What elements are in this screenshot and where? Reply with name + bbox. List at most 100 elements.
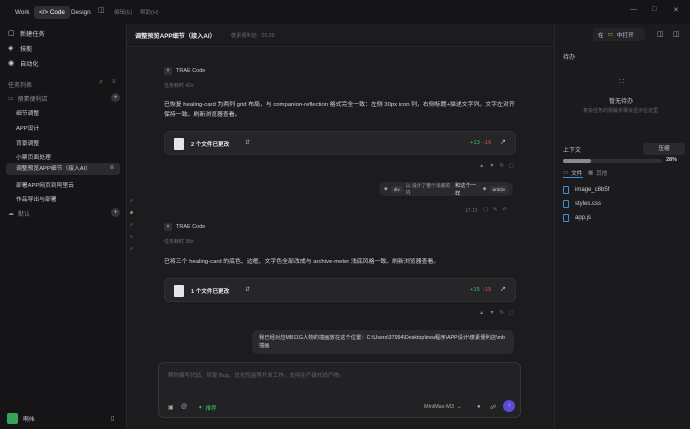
file-name: image_c8b5f (575, 187, 610, 193)
file-change-card[interactable]: 2 个文件已更改 ⇵ +13 -16 ↗ (164, 131, 516, 155)
open-in-button[interactable]: 在 ▭ 中打开 (593, 28, 645, 41)
context-progress-fill (563, 159, 591, 163)
mode-work[interactable]: Work (10, 6, 35, 19)
image-icon[interactable]: ▣ (168, 404, 174, 411)
at-icon[interactable]: @ (181, 404, 187, 410)
group-default[interactable]: ☁ 默认 (8, 209, 30, 218)
task-item[interactable]: 背景调整 (16, 138, 39, 147)
model-selector[interactable]: MiniMax-M3 ⌄ (424, 404, 462, 410)
assistant-header: T TRAE Code (164, 67, 205, 75)
user-profile[interactable]: 啊伟 (7, 413, 35, 424)
add-group-button[interactable]: + (111, 208, 120, 217)
file-icon (563, 200, 569, 208)
add-task-button[interactable]: + (111, 93, 120, 102)
scroll-dot[interactable] (130, 211, 133, 214)
task-duration: 任务耗时 42s (164, 83, 194, 89)
chevron-icon[interactable]: ⇵ (245, 139, 250, 146)
task-item[interactable]: 部署APP网页到阿里云 (16, 180, 74, 189)
chat-input[interactable]: 帮你编写代码、修复 Bug、优化性能等开发工作。支持生产级代码产物。 ▣ @ ✦… (158, 362, 521, 418)
assistant-name: TRAE Code (176, 68, 206, 74)
panel-icon[interactable]: ◫ (673, 30, 680, 38)
task-item[interactable]: 细节调整 (16, 108, 39, 117)
avatar (7, 413, 18, 424)
task-item-active[interactable]: 调整预览APP细节（接入AI） (6, 163, 120, 175)
file-item[interactable]: image_c8b5f (563, 186, 609, 194)
file-change-card[interactable]: 1 个文件已更改 ⇵ +15 -15 ↗ (164, 278, 516, 302)
menu-edit[interactable]: 编辑(E) (114, 8, 132, 16)
minimize-icon[interactable]: — (630, 6, 637, 13)
message-actions[interactable]: ▲▼↻▢ (479, 163, 519, 169)
task-item[interactable]: APP设计 (16, 123, 39, 132)
tab-label: 其他 (596, 171, 608, 177)
file-icon (174, 138, 184, 150)
filter-icon[interactable]: ≡ (112, 79, 116, 85)
project-name: 傻素便利店 (17, 97, 48, 103)
scroll-dot[interactable] (130, 235, 133, 238)
task-item[interactable]: 作品导出与部署 (16, 194, 57, 203)
context-percent: 28% (666, 157, 678, 163)
lines-removed: -16 (483, 140, 492, 146)
lines-added: +15 (470, 287, 480, 293)
scroll-dot[interactable] (130, 199, 133, 202)
message-actions[interactable]: ▲▼↻▢ (479, 310, 519, 316)
sparkle-icon: ✦ (198, 405, 203, 411)
message-time: 17:12 (465, 208, 478, 214)
context-progress (563, 159, 662, 163)
nav-new-task[interactable]: ▢ 新建任务 (8, 29, 45, 38)
scroll-dot[interactable] (130, 247, 133, 250)
nav-label: 技能 (20, 46, 33, 53)
assistant-message: 已将三个 healing-card 的底色、边框、文字色全部改成与 archiv… (164, 259, 440, 265)
mode-design[interactable]: Design (66, 6, 96, 19)
folder-icon: ▭ (607, 31, 613, 38)
file-name: app.js (575, 215, 592, 221)
sidebar: ▢ 新建任务 ◈ 技能 ◉ 自动化 任务列表 ↗ ≡ ▭ 傻素便利店 + 细节调… (0, 24, 126, 429)
assistant-message: 已恢复 healing-card 为两列 grid 布局，与 companion… (164, 102, 515, 118)
maximize-icon[interactable]: □ (652, 6, 656, 13)
task-item[interactable]: 小票页面处理 (16, 152, 51, 161)
user-message-actions[interactable]: ▢✎↶ (483, 207, 512, 213)
trae-logo-icon: T (164, 67, 172, 75)
user-text: 和这个一样 (454, 183, 477, 197)
compress-button[interactable]: 压缩 (643, 143, 685, 155)
menu-help[interactable]: 帮助(H) (140, 8, 159, 16)
todo-empty-icon: ∷ (619, 77, 625, 86)
tab-files[interactable]: ▭ 文件 (563, 169, 582, 177)
close-icon[interactable]: ✕ (673, 6, 679, 14)
layout-icon[interactable]: ◫ (657, 30, 664, 38)
nav-skills[interactable]: ◈ 技能 (8, 44, 32, 53)
collapse-icon[interactable]: ↗ (98, 79, 103, 86)
phone-icon[interactable]: ▯ (111, 414, 115, 422)
todo-title: 待办 (563, 55, 576, 61)
open-in-label: 在 (598, 32, 604, 39)
mode-selector[interactable]: ✦ 推荐 (198, 404, 217, 412)
chevron-icon[interactable]: ⇵ (245, 286, 250, 293)
divider (127, 46, 555, 47)
other-tab-icon: ▦ (588, 170, 594, 176)
scroll-dot[interactable] (130, 223, 133, 226)
file-tab-icon: ▭ (563, 170, 569, 176)
file-item[interactable]: styles.css (563, 200, 601, 208)
attach-icon[interactable]: ☍ (490, 404, 496, 411)
task-menu-icon[interactable]: ≡ (110, 165, 114, 171)
project-folder[interactable]: ▭ 傻素便利店 (8, 94, 48, 103)
mic-icon[interactable]: ● (477, 404, 481, 410)
sidebar-toggle-icon[interactable]: ◫ (98, 6, 105, 14)
mode-code[interactable]: </> Code (34, 6, 70, 19)
page-subtitle: 傻素便利店 · 20:29 (231, 33, 275, 39)
task-list-label: 任务列表 (8, 83, 33, 89)
send-button[interactable]: ↑ (503, 400, 515, 412)
assistant-name: TRAE Code (176, 224, 206, 230)
nav-automation[interactable]: ◉ 自动化 (8, 59, 39, 68)
open-arrow-icon[interactable]: ↗ (500, 138, 506, 146)
nav-label: 新建任务 (20, 31, 45, 38)
trae-logo-icon: T (164, 223, 172, 231)
file-item[interactable]: app.js (563, 214, 591, 222)
input-placeholder: 帮你编写代码、修复 Bug、优化性能等开发工作。支持生产级代码产物。 (168, 373, 345, 379)
file-icon (563, 214, 569, 222)
user-name: 啊伟 (23, 417, 35, 423)
element-tag: article (489, 185, 508, 193)
tab-other[interactable]: ▦ 其他 (588, 169, 607, 177)
robot-icon: ◉ (8, 60, 15, 67)
file-icon (563, 186, 569, 194)
open-arrow-icon[interactable]: ↗ (500, 285, 506, 293)
